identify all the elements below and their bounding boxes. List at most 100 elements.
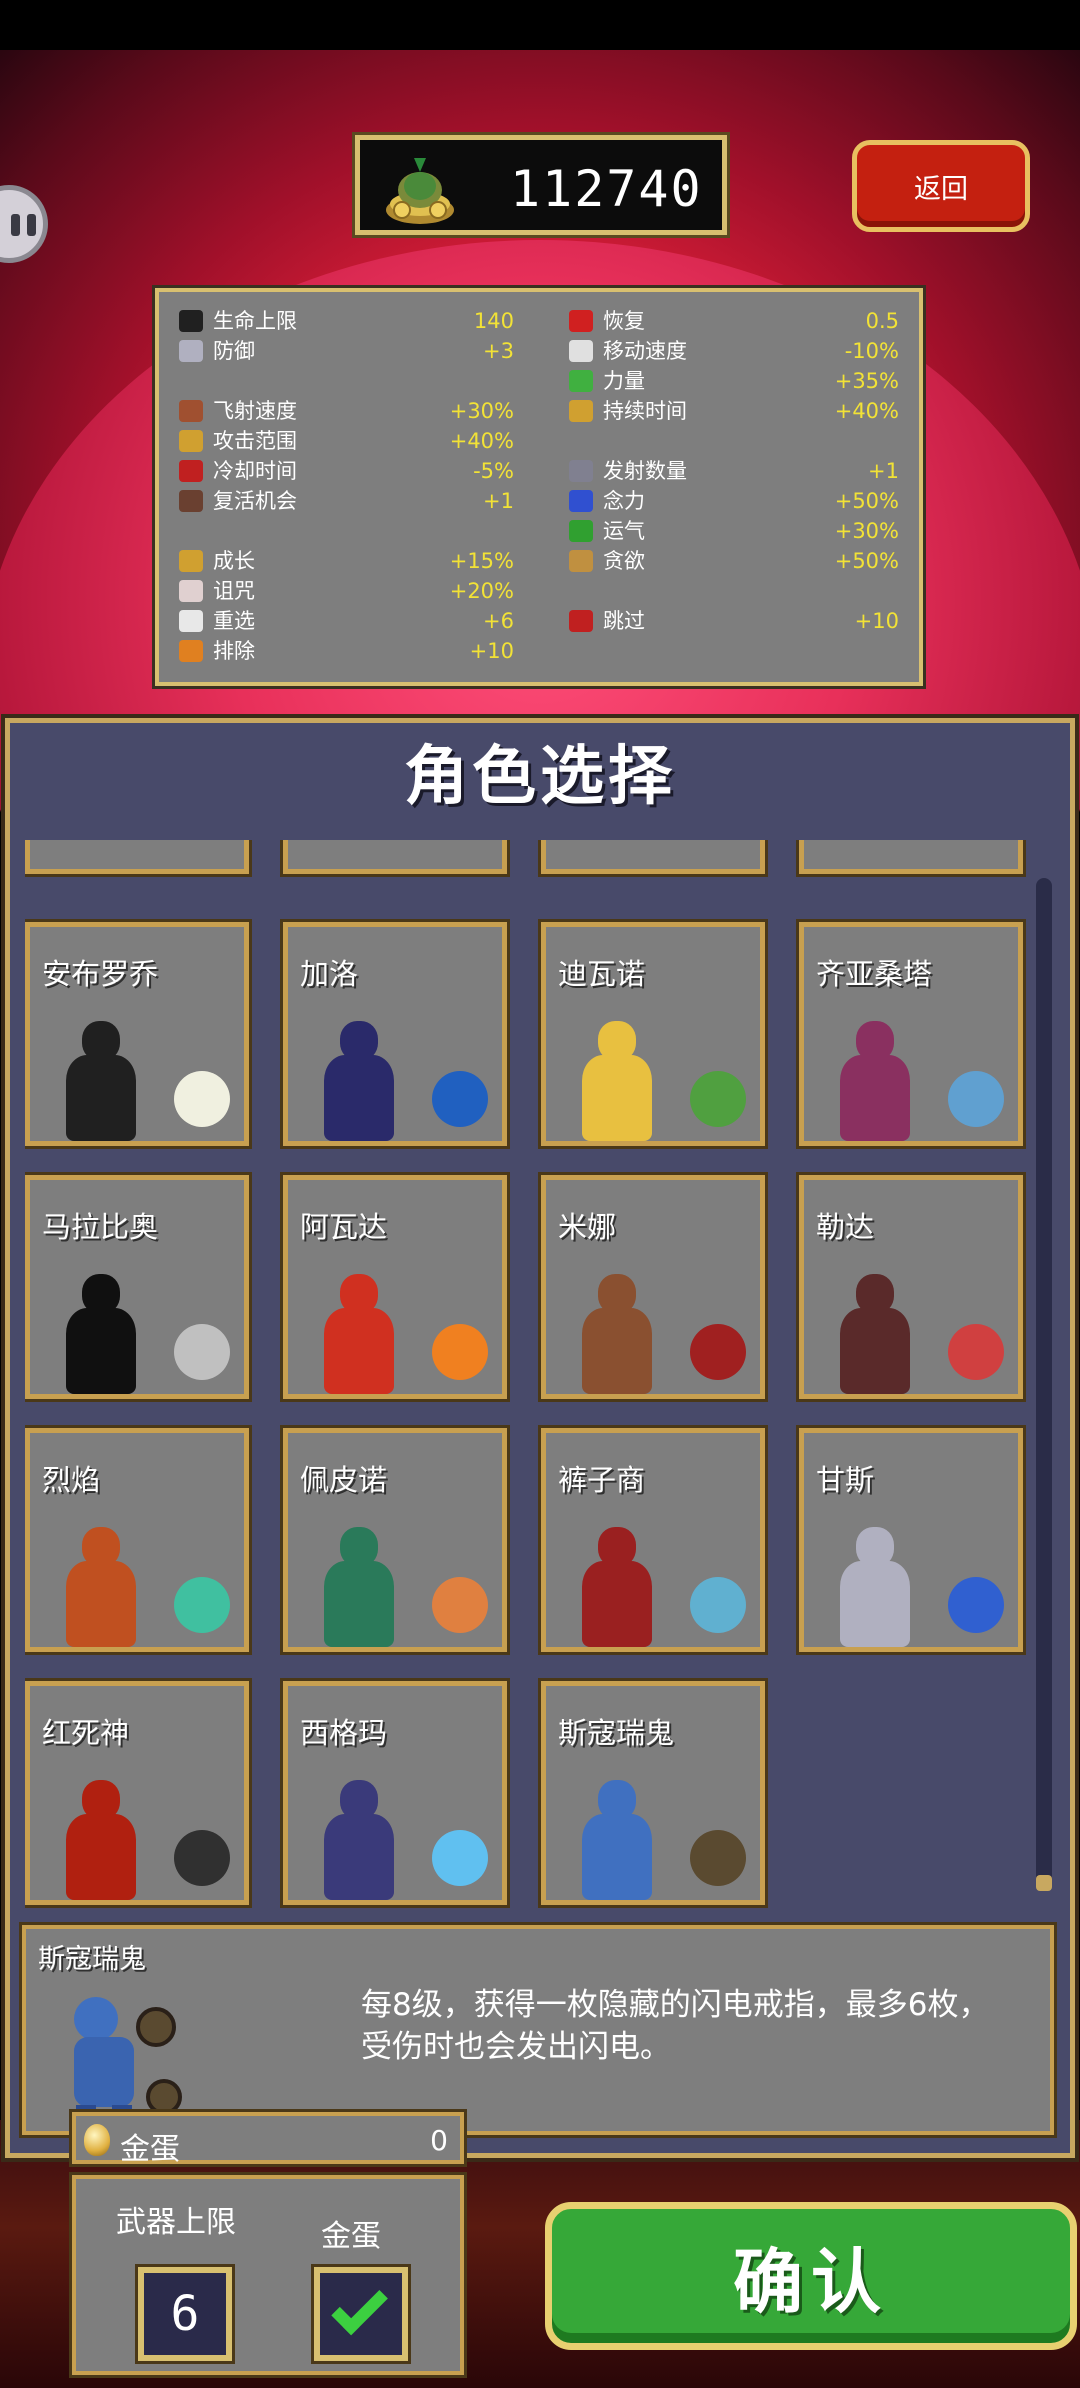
drum-icon [690,1830,746,1886]
character-card[interactable]: 烈焰 [25,1425,252,1655]
weapon-limit-selector[interactable]: 6 [135,2264,235,2364]
character-card[interactable]: 佩皮诺 [280,1425,510,1655]
egg-icon [174,1071,230,1127]
scrollbar-thumb[interactable] [1036,1875,1052,1891]
minnah-icon [568,1274,663,1394]
weapon-limit-label: 武器上限 [116,2205,236,2240]
character-body [66,1308,136,1394]
stat-row: 重选 +6 [179,606,514,636]
page-title: 角色选择 [404,740,676,814]
stat-value: +35% [834,369,899,393]
tiragisu-icon [179,490,203,512]
character-card[interactable]: 加洛 [280,919,510,1149]
stat-name: 跳过 [603,609,645,633]
scorej-oni-icon [568,1780,663,1900]
pause-icon [11,214,20,236]
character-card-partial[interactable] [796,840,1026,877]
heart-icon [179,310,203,332]
stat-value: +10 [854,609,899,633]
character-card-partial[interactable] [538,840,768,877]
character-card[interactable]: 红死神 [25,1678,252,1908]
confirm-button[interactable]: 确认 [545,2202,1077,2350]
duplicator-icon [569,460,593,482]
character-card[interactable]: 裤子商 [538,1425,768,1655]
shell-icon [948,1071,1004,1127]
knives-icon [174,1324,230,1380]
orb-icon [569,490,593,512]
golden-egg-count: 0 [430,2124,448,2157]
character-name: 烈焰 [42,1463,101,1497]
stat-value: +30% [449,399,514,423]
stat-name: 生命上限 [213,309,297,333]
stat-value: +50% [834,549,899,573]
wand-icon [432,1071,488,1127]
sigma-icon [310,1780,405,1900]
stat-row: 飞射速度 +30% [179,396,514,426]
stat-row: 攻击范围 +40% [179,426,514,456]
character-name: 米娜 [558,1210,617,1244]
stat-name: 移动速度 [603,339,687,363]
character-name: 马拉比奥 [42,1210,159,1244]
stat-row: 跳过 +10 [569,606,899,636]
stat-name: 飞射速度 [213,399,297,423]
character-name: 佩皮诺 [300,1463,388,1497]
leaf-icon [690,1071,746,1127]
character-body [324,1814,394,1900]
character-card[interactable]: 安布罗乔 [25,919,252,1149]
zi-assunta-icon [826,1021,921,1141]
character-card[interactable]: 西格玛 [280,1678,510,1908]
stat-row: 恢复 0.5 [569,306,899,336]
character-body [324,1308,394,1394]
spark-icon [174,1577,230,1633]
character-name: 阿瓦达 [300,1210,388,1244]
stat-name: 力量 [603,369,645,393]
spellbinder-icon [569,400,593,422]
stats-panel: 生命上限 140 防御 +3 飞射速度 +30% 攻击范围 +40% 冷却时间 -5% 复活机会 +1… [152,285,926,689]
stat-name: 持续时间 [603,399,687,423]
stat-value: +10 [469,639,514,663]
stat-row: 排除 +10 [179,636,514,666]
gyorunton-icon [826,1527,921,1647]
stat-name: 发射数量 [603,459,687,483]
stat-row: 诅咒 +20% [179,576,514,606]
stat-name: 防御 [213,339,255,363]
character-body [66,1055,136,1141]
back-button[interactable]: 返回 [852,140,1030,232]
coin-value: 112740 [510,160,703,218]
golden-egg-checkbox[interactable] [311,2264,411,2364]
character-name: 裤子商 [558,1463,646,1497]
avatar-icon [310,1274,405,1394]
stat-value: +1 [868,459,899,483]
character-card[interactable]: 米娜 [538,1172,768,1402]
dice-icon [179,610,203,632]
stat-value: +6 [483,609,514,633]
selected-character-name: 斯寇瑞鬼 [38,1944,146,1975]
scrollbar[interactable] [1036,878,1052,1890]
stat-name: 恢复 [603,309,645,333]
character-body [324,1055,394,1141]
character-name: 甘斯 [816,1463,875,1497]
skull-icon [179,580,203,602]
weapon-limit-value: 6 [170,2286,200,2342]
character-card-partial[interactable] [25,840,252,877]
character-card[interactable]: 迪瓦诺 [538,919,768,1149]
stat-row: 生命上限 140 [179,306,514,336]
character-card[interactable]: 甘斯 [796,1425,1026,1655]
stat-row: 复活机会 +1 [179,486,514,516]
coin-bag-icon [386,158,454,224]
wing-icon [569,340,593,362]
golden-egg-icon [84,2124,110,2156]
character-card[interactable]: 勒达 [796,1172,1026,1402]
stat-row: 念力 +50% [569,486,899,516]
golden-egg-bar: 金蛋 0 [69,2109,467,2167]
character-card[interactable]: 阿瓦达 [280,1172,510,1402]
mabba-icon [52,1274,147,1394]
stat-name: 排除 [213,639,255,663]
stat-name: 重选 [213,609,255,633]
character-card-partial[interactable] [280,840,510,877]
divano-icon [568,1021,663,1141]
character-card[interactable]: 齐亚桑塔 [796,919,1026,1149]
selected-character-description: 每8级，获得一枚隐藏的闪电戒指，最多6枚，受伤时也会发出闪电。 [361,1987,990,2065]
character-card[interactable]: 斯寇瑞鬼 [538,1678,768,1908]
character-card[interactable]: 马拉比奥 [25,1172,252,1402]
